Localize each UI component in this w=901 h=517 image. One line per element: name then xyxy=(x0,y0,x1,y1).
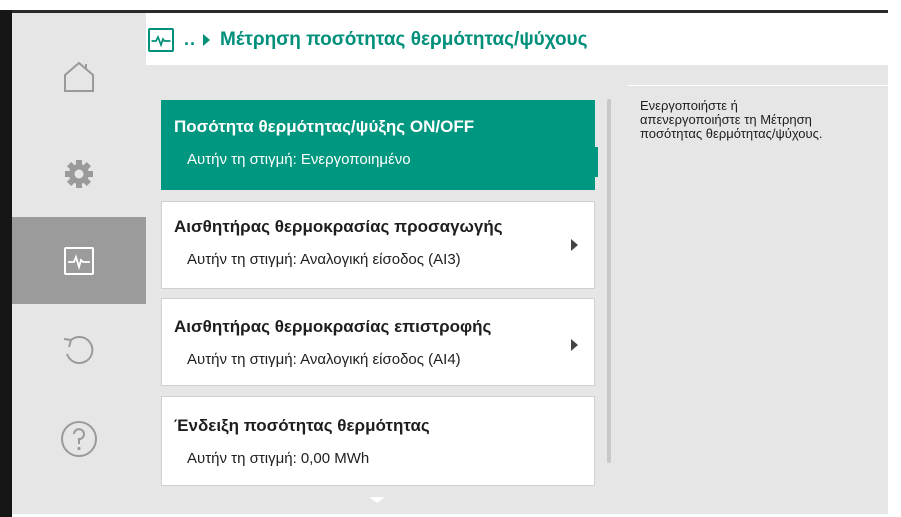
bezel-top xyxy=(0,0,901,10)
list-item-title: Αισθητήρας θερμοκρασίας επιστροφής xyxy=(174,317,492,336)
device-screen: .. Μέτρηση ποσότητας θερμότητας/ψύχους Π… xyxy=(0,0,901,517)
selection-marker xyxy=(594,147,598,177)
list-item-subtitle: Αυτήν τη στιγμή: 0,00 MWh xyxy=(187,450,370,467)
list-item-subtitle: Αυτήν τη στιγμή: Αναλογική είσοδος (AI3) xyxy=(187,251,461,268)
help-text: Ενεργοποιήστε ή απενεργοποιήστε τη Μέτρη… xyxy=(640,98,823,141)
monitor-icon xyxy=(64,246,94,275)
chevron-right-icon xyxy=(571,239,578,251)
sidebar-item-home[interactable] xyxy=(12,33,146,120)
help-divider xyxy=(628,85,888,86)
scroll-down-icon[interactable] xyxy=(369,497,385,503)
list-item-subtitle: Αυτήν τη στιγμή: Ενεργοποιημένο xyxy=(187,151,411,168)
list-item-title: Ένδειξη ποσότητας θερμότητας xyxy=(174,416,430,435)
breadcrumb-dots[interactable]: .. xyxy=(184,29,196,50)
help-panel: Ενεργοποιήστε ή απενεργοποιήστε τη Μέτρη… xyxy=(628,65,888,514)
sidebar-item-monitor[interactable] xyxy=(12,217,146,304)
list-item-title: Αισθητήρας θερμοκρασίας προσαγωγής xyxy=(174,217,503,236)
gear-icon xyxy=(65,159,93,188)
sidebar-item-help[interactable] xyxy=(12,395,146,482)
bezel-right xyxy=(888,0,901,517)
sidebar xyxy=(12,13,146,514)
bezel-left xyxy=(0,10,12,517)
list-item-title: Ποσότητα θερμότητας/ψύξης ON/OFF xyxy=(174,117,475,136)
help-icon xyxy=(61,420,97,457)
scrollbar[interactable] xyxy=(607,99,611,463)
monitor-icon xyxy=(148,28,174,52)
home-icon xyxy=(64,61,94,92)
menu-list: Ποσότητα θερμότητας/ψύξης ON/OFF Αυτήν τ… xyxy=(146,65,628,514)
chevron-right-icon xyxy=(203,34,210,46)
list-item-flow-temp-sensor[interactable]: Αισθητήρας θερμοκρασίας προσαγωγής Αυτήν… xyxy=(161,201,595,289)
list-item-heat-quantity-display[interactable]: Ένδειξη ποσότητας θερμότητας Αυτήν τη στ… xyxy=(161,396,595,486)
header: .. Μέτρηση ποσότητας θερμότητας/ψύχους xyxy=(146,13,888,65)
sidebar-item-back[interactable] xyxy=(12,306,146,393)
chevron-right-icon xyxy=(571,339,578,351)
undo-icon xyxy=(63,335,94,364)
sidebar-item-settings[interactable] xyxy=(12,130,146,217)
page-title: Μέτρηση ποσότητας θερμότητας/ψύχους xyxy=(220,29,588,50)
list-item-return-temp-sensor[interactable]: Αισθητήρας θερμοκρασίας επιστροφής Αυτήν… xyxy=(161,298,595,386)
list-item-heat-quantity-toggle[interactable]: Ποσότητα θερμότητας/ψύξης ON/OFF Αυτήν τ… xyxy=(161,100,598,190)
list-item-subtitle: Αυτήν τη στιγμή: Αναλογική είσοδος (AI4) xyxy=(187,351,461,368)
